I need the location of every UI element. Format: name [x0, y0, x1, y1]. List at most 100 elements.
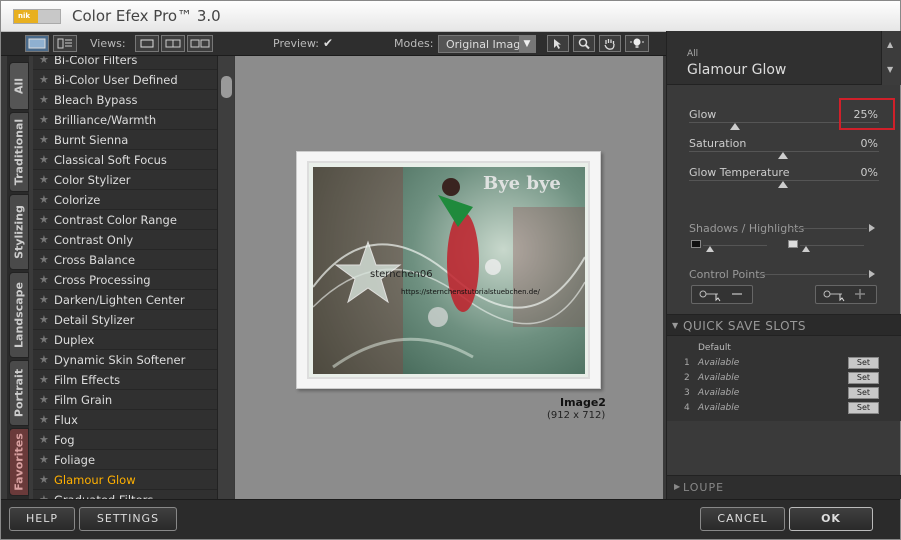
help-button[interactable]: HELP [9, 507, 75, 531]
filter-list-item[interactable]: ★ Bi-Color Filters [33, 56, 217, 70]
star-icon[interactable]: ★ [39, 73, 49, 86]
single-view-button[interactable] [135, 35, 159, 52]
filter-list-item[interactable]: ★ Fog [33, 430, 217, 450]
filter-list-item[interactable]: ★ Burnt Sienna [33, 130, 217, 150]
star-icon[interactable]: ★ [39, 453, 49, 466]
slot-status[interactable]: Available [698, 358, 739, 368]
slot-set-button[interactable]: Set [848, 372, 879, 384]
zoom-tool-button[interactable] [573, 35, 595, 52]
filter-list-item[interactable]: ★ Bleach Bypass [33, 90, 217, 110]
filter-list-item[interactable]: ★ Classical Soft Focus [33, 150, 217, 170]
filter-list-item[interactable]: ★ Flux [33, 410, 217, 430]
filter-list-item[interactable]: ★ Cross Balance [33, 250, 217, 270]
image-frame: Bye bye sternchen06 https://sternchenstu… [296, 151, 601, 389]
star-icon[interactable]: ★ [39, 253, 49, 266]
filter-list-item[interactable]: ★ Color Stylizer [33, 170, 217, 190]
slot-set-button[interactable]: Set [848, 357, 879, 369]
star-icon[interactable]: ★ [39, 113, 49, 126]
control-points-label[interactable]: Control Points [689, 268, 765, 281]
glow-temperature-slider-handle[interactable] [778, 181, 788, 188]
filter-list-item[interactable]: ★ Detail Stylizer [33, 310, 217, 330]
preview-checkbox[interactable]: ✔ [323, 36, 333, 50]
star-icon[interactable]: ★ [39, 373, 49, 386]
filter-list-item[interactable]: ★ Bi-Color User Defined [33, 70, 217, 90]
side-by-side-view-button[interactable] [187, 35, 213, 52]
filter-list-item[interactable]: ★ Darken/Lighten Center [33, 290, 217, 310]
filter-list-item[interactable]: ★ Brilliance/Warmth [33, 110, 217, 130]
star-icon[interactable]: ★ [39, 93, 49, 106]
tab-stylizing[interactable]: Stylizing [9, 194, 29, 270]
star-icon[interactable]: ★ [39, 353, 49, 366]
filter-list-item[interactable]: ★ Film Grain [33, 390, 217, 410]
tab-traditional[interactable]: Traditional [9, 112, 29, 192]
scrollbar-thumb[interactable] [221, 76, 232, 98]
glow-temperature-value[interactable]: 0% [861, 166, 878, 179]
cancel-button[interactable]: CANCEL [700, 507, 785, 531]
filter-list-item[interactable]: ★ Colorize [33, 190, 217, 210]
tab-landscape[interactable]: Landscape [9, 272, 29, 358]
star-icon[interactable]: ★ [39, 233, 49, 246]
add-control-point-minus-button[interactable] [691, 285, 753, 304]
filter-list-scrollbar[interactable] [217, 56, 234, 499]
modes-dropdown[interactable]: Original Image ▼ [438, 35, 536, 53]
filter-list-item[interactable]: ★ Cross Processing [33, 270, 217, 290]
filter-title: Glamour Glow [687, 62, 787, 78]
slot-status[interactable]: Available [698, 373, 739, 383]
glow-slider-handle[interactable] [730, 123, 740, 130]
loupe-section[interactable]: ▶ LOUPE [667, 475, 901, 499]
slot-set-button[interactable]: Set [848, 402, 879, 414]
quick-save-header[interactable]: ▼ QUICK SAVE SLOTS [667, 314, 901, 336]
filter-list-item[interactable]: ★ Contrast Color Range [33, 210, 217, 230]
filter-list-item[interactable]: ★ Film Effects [33, 370, 217, 390]
star-icon[interactable]: ★ [39, 293, 49, 306]
saturation-value[interactable]: 0% [861, 137, 878, 150]
chevron-up-icon[interactable]: ▲ [887, 40, 893, 49]
star-icon[interactable]: ★ [39, 213, 49, 226]
filter-name: Foliage [54, 453, 96, 467]
shadows-highlights-label[interactable]: Shadows / Highlights [689, 222, 804, 235]
chevron-down-icon[interactable]: ▼ [887, 65, 893, 74]
star-icon[interactable]: ★ [39, 393, 49, 406]
star-icon[interactable]: ★ [39, 413, 49, 426]
add-control-point-plus-button[interactable] [815, 285, 877, 304]
expand-arrow-icon[interactable] [869, 270, 875, 278]
star-icon[interactable]: ★ [39, 433, 49, 446]
ok-button[interactable]: OK [789, 507, 873, 531]
split-view-button[interactable] [161, 35, 185, 52]
filter-list-item[interactable]: ★ Foliage [33, 450, 217, 470]
light-tool-button[interactable] [625, 35, 649, 52]
slot-set-button[interactable]: Set [848, 387, 879, 399]
filter-list-item[interactable]: ★ Glamour Glow [33, 470, 217, 490]
star-icon[interactable]: ★ [39, 153, 49, 166]
hand-tool-button[interactable] [599, 35, 621, 52]
tab-favorites[interactable]: Favorites [9, 428, 29, 496]
saturation-slider-handle[interactable] [778, 152, 788, 159]
filter-list-item[interactable]: ★ Dynamic Skin Softener [33, 350, 217, 370]
slot-status[interactable]: Available [698, 403, 739, 413]
star-icon[interactable]: ★ [39, 56, 49, 66]
thumbnail-view-button[interactable] [25, 35, 49, 52]
filter-list-item[interactable]: ★Graduated Filters [33, 490, 217, 499]
tab-all[interactable]: All [9, 62, 29, 110]
shadows-slider[interactable] [691, 240, 769, 252]
highlights-slider[interactable] [788, 240, 866, 252]
views-label: Views: [90, 37, 126, 50]
slot-status[interactable]: Available [698, 388, 739, 398]
star-icon[interactable]: ★ [39, 473, 49, 486]
filter-list-item[interactable]: ★ Contrast Only [33, 230, 217, 250]
list-view-button[interactable] [53, 35, 77, 52]
expand-arrow-icon[interactable] [869, 224, 875, 232]
app-window: nik Color Efex Pro™ 3.0 Views: Preview: … [0, 0, 901, 540]
filter-name: Flux [54, 413, 78, 427]
star-icon[interactable]: ★ [39, 273, 49, 286]
star-icon[interactable]: ★ [39, 313, 49, 326]
star-icon[interactable]: ★ [39, 133, 49, 146]
preview-area[interactable]: Bye bye sternchen06 https://sternchenstu… [235, 56, 663, 499]
star-icon[interactable]: ★ [39, 173, 49, 186]
pointer-tool-button[interactable] [547, 35, 569, 52]
tab-portrait[interactable]: Portrait [9, 360, 29, 426]
star-icon[interactable]: ★ [39, 193, 49, 206]
star-icon[interactable]: ★ [39, 333, 49, 346]
filter-list-item[interactable]: ★ Duplex [33, 330, 217, 350]
settings-button[interactable]: SETTINGS [79, 507, 177, 531]
